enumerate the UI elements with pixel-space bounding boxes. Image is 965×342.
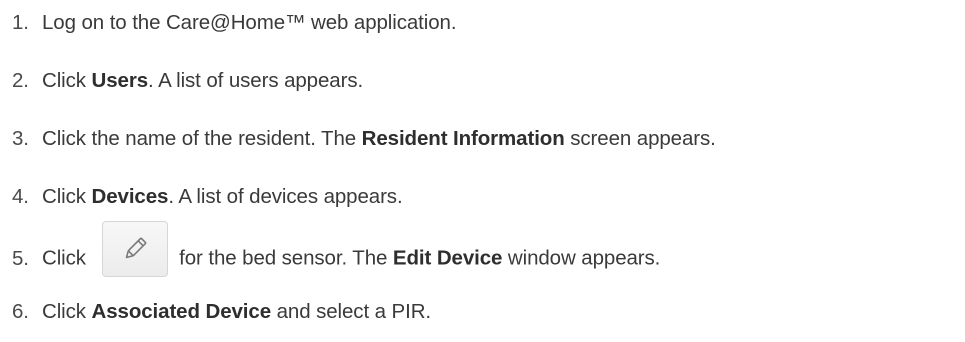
ui-term-associated-device: Associated Device xyxy=(91,300,272,323)
step-text: Click Devices. A list of devices appears… xyxy=(42,185,403,208)
pencil-edit-icon xyxy=(125,237,146,259)
step-number: 6. xyxy=(12,300,29,323)
ui-term-users: Users xyxy=(91,69,149,92)
step-4: 4. Click Devices. A list of devices appe… xyxy=(0,182,403,212)
step-number: 5. xyxy=(12,247,29,270)
step-5: 5. Click for the bed sensor. The Edit De… xyxy=(0,221,660,277)
step-1: 1. Log on to the Care@Home™ web applicat… xyxy=(0,8,457,38)
step-2: 2. Click Users. A list of users appears. xyxy=(0,66,363,96)
ui-term-resident-information: Resident Information xyxy=(361,127,565,150)
step-number: 2. xyxy=(12,69,29,92)
step-6: 6. Click Associated Device and select a … xyxy=(0,297,431,327)
step-text: Click Users. A list of users appears. xyxy=(42,69,364,92)
step-number: 1. xyxy=(12,11,29,34)
step-number: 3. xyxy=(12,127,29,150)
ui-term-edit-device: Edit Device xyxy=(392,246,503,270)
step-number: 4. xyxy=(12,185,29,208)
step-text: Click for the bed sensor. The Edit Devic… xyxy=(42,221,660,287)
ui-term-devices: Devices xyxy=(91,185,169,208)
step-3: 3. Click the name of the resident. The R… xyxy=(0,124,716,154)
step-text: Click Associated Device and select a PIR… xyxy=(42,300,432,323)
step-text: Log on to the Care@Home™ web application… xyxy=(42,11,457,34)
step-text: Click the name of the resident. The Resi… xyxy=(42,127,716,150)
edit-button-illustration xyxy=(101,221,168,277)
